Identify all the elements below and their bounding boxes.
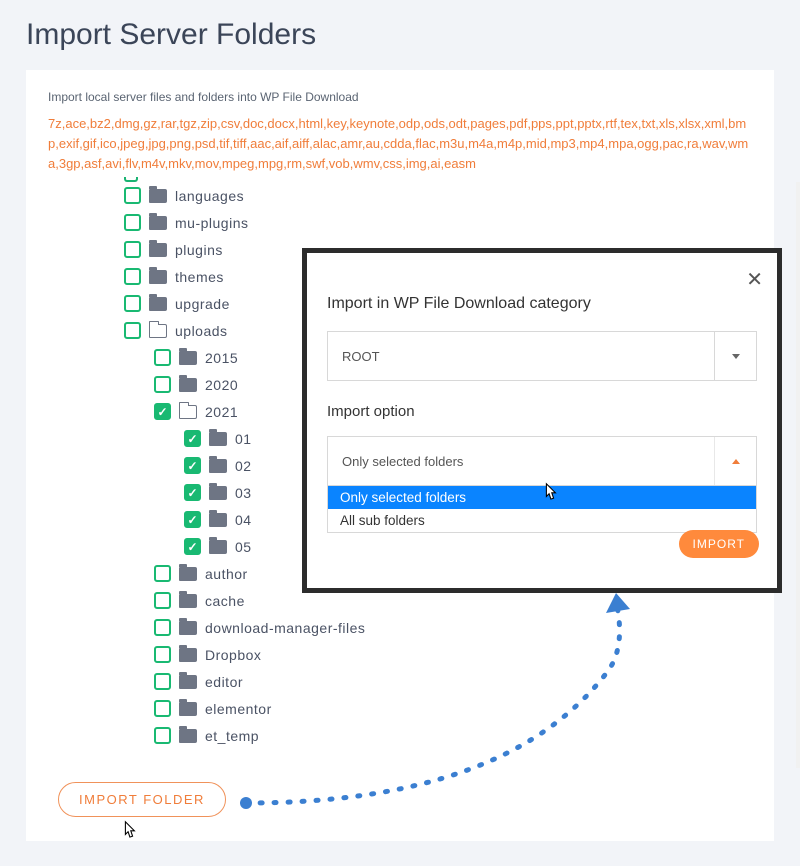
folder-open-icon: [149, 324, 167, 338]
import-modal: ✕ Import in WP File Download category RO…: [302, 248, 782, 593]
checkbox[interactable]: [124, 241, 141, 258]
category-select[interactable]: ROOT: [327, 331, 757, 381]
folder-label: uploads: [175, 323, 228, 339]
chevron-up-icon[interactable]: [714, 437, 756, 485]
scroll-up-icon[interactable]: [796, 182, 800, 198]
folder-label: mu-plugins: [175, 215, 248, 231]
checkbox[interactable]: [124, 322, 141, 339]
folder-icon: [179, 378, 197, 392]
import-button[interactable]: IMPORT: [679, 530, 759, 558]
checkbox[interactable]: [184, 511, 201, 528]
tree-row[interactable]: editor: [124, 668, 752, 695]
checkbox[interactable]: [124, 295, 141, 312]
folder-label: cache: [205, 593, 245, 609]
checkbox[interactable]: [154, 565, 171, 582]
category-value: ROOT: [328, 349, 380, 364]
checkbox[interactable]: [154, 673, 171, 690]
folder-label: 2015: [205, 350, 238, 366]
folder-icon: [209, 486, 227, 500]
folder-icon: [149, 270, 167, 284]
folder-label: languages: [175, 188, 244, 204]
checkbox[interactable]: [184, 457, 201, 474]
folder-label: upgrade: [175, 296, 230, 312]
folder-icon: [179, 621, 197, 635]
option-label: Import option: [327, 403, 757, 420]
tree-row[interactable]: languages: [124, 182, 752, 209]
folder-icon: [209, 513, 227, 527]
folder-icon: [209, 432, 227, 446]
chevron-down-icon[interactable]: [714, 332, 756, 380]
folder-icon: [179, 648, 197, 662]
folder-icon: [149, 243, 167, 257]
tree-row[interactable]: mu-plugins: [124, 209, 752, 236]
checkbox[interactable]: [124, 268, 141, 285]
folder-label: 02: [235, 458, 252, 474]
folder-icon: [149, 189, 167, 203]
page-title: Import Server Folders: [26, 18, 774, 52]
description: Import local server files and folders in…: [48, 90, 752, 104]
folder-label: Dropbox: [205, 647, 261, 663]
folder-label: download-manager-files: [205, 620, 365, 636]
checkbox[interactable]: [154, 592, 171, 609]
option-dropdown: Only selected folders All sub folders: [327, 486, 757, 533]
option-item[interactable]: All sub folders: [328, 509, 756, 532]
folder-icon: [149, 216, 167, 230]
folder-icon: [179, 729, 197, 743]
close-icon[interactable]: ✕: [746, 267, 763, 292]
checkbox[interactable]: [154, 700, 171, 717]
folder-open-icon: [179, 405, 197, 419]
folder-icon: [179, 351, 197, 365]
extensions-list: 7z,ace,bz2,dmg,gz,rar,tgz,zip,csv,doc,do…: [48, 114, 752, 174]
folder-label: elementor: [205, 701, 272, 717]
checkbox[interactable]: [124, 187, 141, 204]
folder-label: themes: [175, 269, 224, 285]
folder-label: 05: [235, 539, 252, 555]
tree-row[interactable]: et_temp: [124, 722, 752, 749]
folder-label: 2020: [205, 377, 238, 393]
folder-label: 2021: [205, 404, 238, 420]
checkbox[interactable]: [154, 349, 171, 366]
folder-label: 04: [235, 512, 252, 528]
folder-icon: [209, 459, 227, 473]
checkbox[interactable]: [124, 214, 141, 231]
folder-icon: [209, 540, 227, 554]
import-folder-button[interactable]: IMPORT FOLDER: [58, 782, 226, 817]
folder-label: editor: [205, 674, 243, 690]
folder-icon: [149, 297, 167, 311]
checkbox[interactable]: [154, 646, 171, 663]
option-select[interactable]: Only selected folders: [327, 436, 757, 486]
tree-row[interactable]: elementor: [124, 695, 752, 722]
folder-icon: [179, 594, 197, 608]
checkbox[interactable]: [154, 376, 171, 393]
folder-label: 03: [235, 485, 252, 501]
modal-title: Import in WP File Download category: [327, 295, 757, 313]
folder-icon: [179, 675, 197, 689]
checkbox[interactable]: [154, 727, 171, 744]
tree-row[interactable]: download-manager-files: [124, 614, 752, 641]
checkbox[interactable]: [184, 430, 201, 447]
folder-label: plugins: [175, 242, 223, 258]
checkbox[interactable]: [154, 403, 171, 420]
option-item-selected[interactable]: Only selected folders: [328, 486, 756, 509]
checkbox[interactable]: [184, 484, 201, 501]
folder-icon: [179, 702, 197, 716]
scroll-down-icon[interactable]: [796, 752, 800, 768]
checkbox[interactable]: [184, 538, 201, 555]
option-value: Only selected folders: [328, 454, 463, 469]
checkbox[interactable]: [154, 619, 171, 636]
folder-label: author: [205, 566, 248, 582]
folder-label: 01: [235, 431, 252, 447]
folder-label: et_temp: [205, 728, 259, 744]
scrollbar[interactable]: [796, 182, 800, 768]
folder-icon: [179, 567, 197, 581]
tree-row[interactable]: Dropbox: [124, 641, 752, 668]
